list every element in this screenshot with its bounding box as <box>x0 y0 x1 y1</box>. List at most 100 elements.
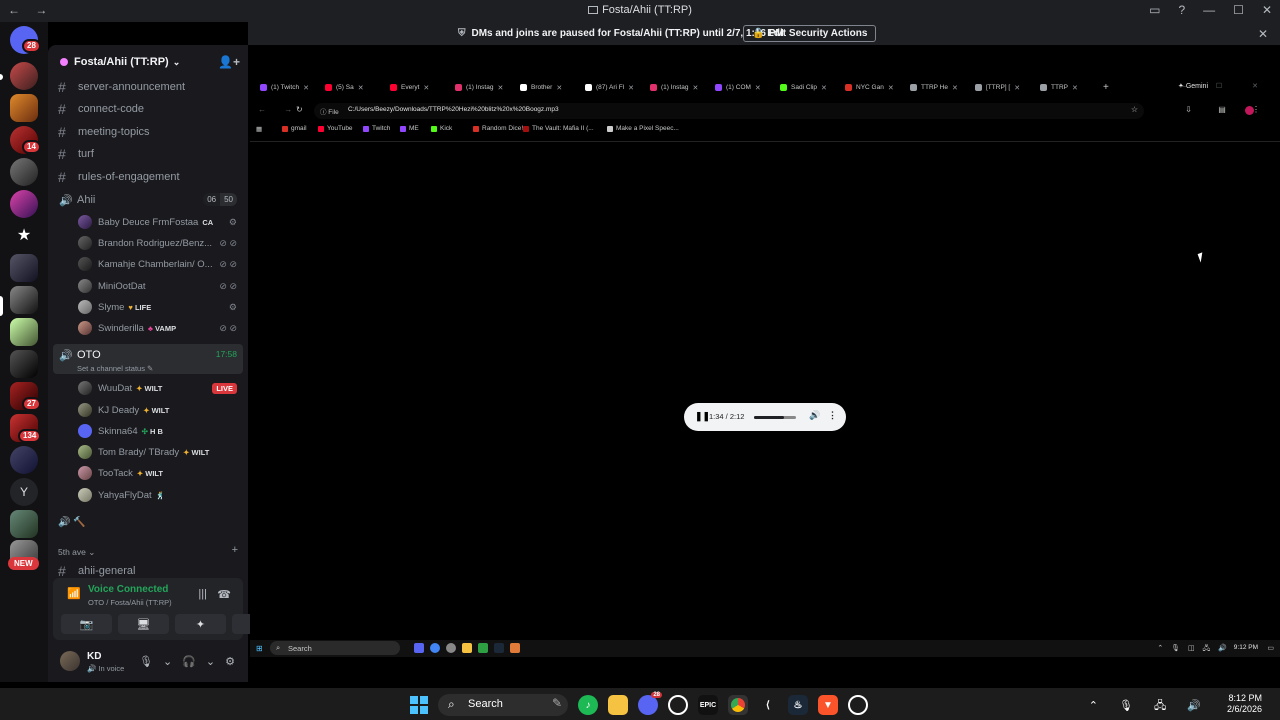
bookmark-label: Make a Pixel Speec... <box>616 125 679 132</box>
member-name: KJ Deady <box>98 404 140 416</box>
voice-member[interactable]: Skinna64 ✣ H B <box>78 422 243 440</box>
settings-gear-icon[interactable]: ⚙ <box>225 655 235 668</box>
headphones-icon[interactable]: 🎧 <box>182 655 196 668</box>
server-icon-letter[interactable]: Y <box>10 478 38 506</box>
disconnect-icon[interactable]: ☎ <box>217 588 231 601</box>
voice-member[interactable]: KJ Deady ✦ WILT <box>78 401 243 419</box>
app-icon-active <box>510 643 520 653</box>
voice-member[interactable]: TooTack ✦ WILT <box>78 464 243 482</box>
bookmark-item: Kick <box>431 125 452 132</box>
channel-label: server-announcement <box>78 81 186 93</box>
voice-member[interactable]: Swinderilla ♣ VAMP ⊘ ⊘ <box>78 319 243 337</box>
server-icon-9[interactable] <box>10 350 38 378</box>
edit-security-actions-button[interactable]: 🔒 Edit Security Actions <box>743 25 877 42</box>
close-button[interactable]: ✕ <box>1262 3 1272 17</box>
inbox-icon[interactable]: ▭ <box>1149 3 1160 17</box>
server-icon-8[interactable] <box>10 318 38 346</box>
tag-label: WILT <box>144 383 163 393</box>
microphone-icon[interactable]: 🎙 <box>139 655 153 668</box>
bookmarks-bar: ▦ gmail YouTube Twitch ME Kick Random Dice! Th… <box>250 125 1280 137</box>
tab-favicon <box>390 84 397 91</box>
browser-tab: (1) COM ✕ <box>715 80 761 95</box>
server-icon-6[interactable] <box>10 254 38 282</box>
minimize-button[interactable]: — <box>1203 3 1215 17</box>
create-channel-icon[interactable]: + <box>232 544 238 556</box>
voice-member[interactable]: Tom Brady/ TBrady ✦ WILT <box>78 443 243 461</box>
file-explorer-icon[interactable] <box>608 695 628 715</box>
steam-icon[interactable]: ♨ <box>788 695 808 715</box>
server-icon-1[interactable] <box>10 62 38 90</box>
tab-label: (1) Twitch <box>271 84 300 91</box>
server-icon-13[interactable] <box>10 510 38 538</box>
voice-member[interactable]: Brandon Rodriguez/Benz... ⊘ ⊘ <box>78 234 243 252</box>
server-header[interactable]: Fosta/Ahii (TT:RP) ⌄ 👤+ <box>48 45 248 79</box>
voice-member[interactable]: Baby Deuce FrmFostaa CA ⚙ <box>78 213 243 231</box>
noise-suppression-icon[interactable]: ||| <box>198 588 207 600</box>
invite-icon[interactable]: 👤+ <box>218 55 240 69</box>
app-icon <box>446 643 456 653</box>
speaker-icon: 🔊 <box>59 194 73 207</box>
discord-icon[interactable]: 28 <box>638 692 662 715</box>
stream-view[interactable]: (1) Twitch ✕ (5) Sa ✕ Everyt ✕ (1) Instag ✕ Brot… <box>250 47 1280 682</box>
server-icon-7[interactable] <box>10 286 38 314</box>
voice-channel-ahii[interactable]: 🔊 Ahii 06 50 <box>53 189 243 211</box>
voice-member[interactable]: Slyme ♥ LIFE ⚙ <box>78 298 243 316</box>
server-icon-12[interactable] <box>10 446 38 474</box>
server-icon-2[interactable] <box>10 94 38 122</box>
voice-location[interactable]: OTO / Fosta/Ahii (TT:RP) <box>88 598 172 607</box>
epic-games-icon[interactable]: EPIC <box>698 695 718 715</box>
voice-member[interactable]: MiniOotDat ⊘ ⊘ <box>78 277 243 295</box>
taskbar-clock[interactable]: 8:12 PM 2/6/2026 <box>1227 693 1262 715</box>
obs-icon[interactable] <box>848 695 868 715</box>
voice-connected-status[interactable]: Voice Connected <box>88 584 168 595</box>
window-title-text: Fosta/Ahii (TT:RP) <box>602 4 692 16</box>
live-badge[interactable]: LIVE <box>212 382 237 394</box>
signal-icon: 📶 <box>67 588 81 600</box>
chrome-icon[interactable] <box>728 695 748 715</box>
brave-icon[interactable]: ▼ <box>818 695 838 715</box>
channel-turf[interactable]: # turf <box>58 144 94 164</box>
username[interactable]: KD <box>87 651 101 662</box>
muted-deafened-icons: ⊘ ⊘ <box>219 258 237 269</box>
member-tag: ✦ WILT <box>136 384 162 393</box>
server-icon-5[interactable] <box>10 190 38 218</box>
maximize-button[interactable]: ☐ <box>1233 3 1244 17</box>
server-icon-4[interactable] <box>10 158 38 186</box>
set-channel-status[interactable]: Set a channel status ✎ <box>77 364 153 373</box>
camera-button[interactable]: 📷 <box>61 614 112 634</box>
bookmark-favicon <box>318 125 324 132</box>
app-icon[interactable] <box>668 695 688 715</box>
member-name: MiniOotDat <box>98 280 146 292</box>
system-tray-icons[interactable]: ⌃ 🎙 🖧 🔊 <box>1089 697 1210 716</box>
category-5th-ave[interactable]: 5th ave ⌄ <box>58 547 95 558</box>
activities-button[interactable]: ✦ <box>175 614 226 634</box>
channel-rules-of-engagement[interactable]: # rules-of-engagement <box>58 167 180 187</box>
new-badge: NEW <box>8 557 39 570</box>
channel-connect-code[interactable]: # connect-code <box>58 99 144 119</box>
windows-start-button[interactable] <box>410 696 428 714</box>
voice-member[interactable]: YahyaFlyDat 🕺 <box>78 486 243 504</box>
tab-favicon <box>585 84 592 91</box>
close-notice-icon[interactable]: ✕ <box>1258 27 1268 41</box>
tab-label: [TTRP] [ <box>986 84 1011 91</box>
help-icon[interactable]: ? <box>1178 3 1185 17</box>
app-icon[interactable]: ⟨ <box>758 695 778 715</box>
channel-server-announcement[interactable]: # server-announcement <box>58 77 185 97</box>
browser-toolbar: ← → ↻ ⓘ File C:/Users/Beezy/Downloads/TT… <box>250 103 1280 119</box>
file-scheme-label: ⓘ File <box>320 109 339 116</box>
tab-favicon <box>1040 84 1047 91</box>
channel-meeting-topics[interactable]: # meeting-topics <box>58 122 150 142</box>
chevron-down-icon[interactable]: ⌄ <box>163 655 172 668</box>
voice-member[interactable]: WuuDat ✦ WILT LIVE <box>78 379 243 397</box>
playback-time: 1:34 / 2:12 <box>709 412 745 421</box>
extra-voice-row[interactable]: 🔊 🔨 <box>58 512 86 532</box>
voice-member[interactable]: Kamahje Chamberlain/ O... ⊘ ⊘ <box>78 255 243 273</box>
call-timer: 17:58 <box>215 349 237 359</box>
chevron-down-icon[interactable]: ⌄ <box>206 655 215 668</box>
star-icon[interactable]: ★ <box>10 222 38 250</box>
avatar[interactable] <box>60 651 80 671</box>
bookmark-label: The Vault: Mafia II (... <box>532 125 594 132</box>
screen-share-button[interactable]: 🖥 <box>118 614 169 634</box>
taskbar-search-box[interactable]: ⌕ Search ✎ <box>438 694 568 716</box>
spotify-icon[interactable]: ♪ <box>578 695 598 715</box>
